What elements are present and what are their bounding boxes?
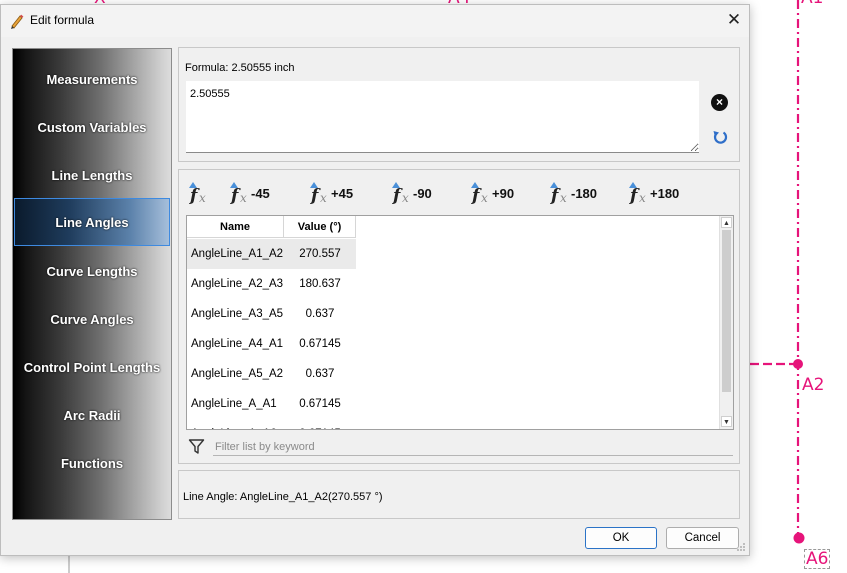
insert-variable-button[interactable]: fx xyxy=(187,180,210,206)
insert-plus-180-button[interactable]: fx +180 xyxy=(627,180,679,206)
title-bar[interactable]: Edit formula ✕ xyxy=(1,5,749,37)
table-header: Name Value (°) xyxy=(187,216,356,238)
status-group: Line Angle: AngleLine_A1_A2(270.557 °) xyxy=(178,470,740,519)
insert-function-icon: fx xyxy=(187,181,209,206)
point-a2[interactable] xyxy=(793,359,803,369)
column-header-value[interactable]: Value (°) xyxy=(284,216,356,238)
clear-formula-icon[interactable]: × xyxy=(711,94,728,111)
table-row[interactable]: AngleLine_A5_A2 0.637 xyxy=(187,359,356,389)
category-curve-angles[interactable]: Curve Angles xyxy=(13,296,171,344)
close-button[interactable]: ✕ xyxy=(719,5,749,37)
point-a6[interactable] xyxy=(793,532,805,544)
cancel-button[interactable]: Cancel xyxy=(666,527,739,549)
formula-label: Formula: 2.50555 inch xyxy=(185,62,295,74)
insert-function-icon: fx xyxy=(308,181,330,206)
insert-plus-90-button[interactable]: fx +90 xyxy=(469,180,514,206)
category-measurements[interactable]: Measurements xyxy=(13,56,171,104)
undo-icon[interactable] xyxy=(711,128,729,146)
point-label-a6: A6 xyxy=(804,549,831,569)
insert-function-icon: fx xyxy=(627,181,649,206)
insert-minus-45-button[interactable]: fx -45 xyxy=(228,180,270,206)
insert-function-icon: fx xyxy=(228,181,250,206)
table-row[interactable]: AngleLine_A_A6 0.67145 xyxy=(187,419,356,429)
insert-minus-90-button[interactable]: fx -90 xyxy=(390,180,432,206)
scrollbar-thumb[interactable] xyxy=(722,230,731,392)
filter-icon xyxy=(188,439,205,454)
point-label-a1: A1 xyxy=(801,0,823,8)
edit-formula-dialog: Edit formula ✕ Measurements Custom Varia… xyxy=(0,4,750,556)
insert-function-icon: fx xyxy=(390,181,412,206)
variables-group: fx fx -45 fx +45 fx -90 fx +90 fx -180 f… xyxy=(178,169,740,464)
insert-minus-180-button[interactable]: fx -180 xyxy=(548,180,597,206)
table-row[interactable]: AngleLine_A_A1 0.67145 xyxy=(187,389,356,419)
insert-plus-45-button[interactable]: fx +45 xyxy=(308,180,353,206)
insert-function-icon: fx xyxy=(469,181,491,206)
table-row[interactable]: AngleLine_A1_A2 270.557 xyxy=(187,239,356,269)
category-line-angles[interactable]: Line Angles xyxy=(14,198,170,246)
category-control-point-lengths[interactable]: Control Point Lengths xyxy=(13,344,171,392)
pencil-icon xyxy=(11,14,24,29)
filter-input[interactable] xyxy=(213,438,733,456)
insert-function-icon: fx xyxy=(548,181,570,206)
table-row[interactable]: AngleLine_A3_A5 0.637 xyxy=(187,299,356,329)
table-row[interactable]: AngleLine_A2_A3 180.637 xyxy=(187,269,356,299)
filter-row xyxy=(186,436,734,458)
point-label-a2: A2 xyxy=(802,375,825,395)
vertical-scrollbar[interactable]: ▲ ▼ xyxy=(719,216,733,429)
column-header-name[interactable]: Name xyxy=(187,216,284,238)
category-arc-radii[interactable]: Arc Radii xyxy=(13,392,171,440)
ok-button[interactable]: OK xyxy=(585,527,657,549)
dialog-title: Edit formula xyxy=(30,13,95,27)
status-text: Line Angle: AngleLine_A1_A2(270.557 °) xyxy=(183,491,383,503)
category-list[interactable]: Measurements Custom Variables Line Lengt… xyxy=(12,48,172,520)
category-curve-lengths[interactable]: Curve Lengths xyxy=(13,248,171,296)
resize-grip-icon[interactable] xyxy=(736,542,746,552)
category-custom-variables[interactable]: Custom Variables xyxy=(13,104,171,152)
close-icon: ✕ xyxy=(726,10,742,29)
table-row[interactable]: AngleLine_A4_A1 0.67145 xyxy=(187,329,356,359)
category-line-lengths[interactable]: Line Lengths xyxy=(13,152,171,200)
variables-table[interactable]: Name Value (°) AngleLine_A1_A2 270.557 A… xyxy=(186,215,734,430)
category-functions[interactable]: Functions xyxy=(13,440,171,488)
scroll-up-icon[interactable]: ▲ xyxy=(721,217,732,228)
scroll-down-icon[interactable]: ▼ xyxy=(721,416,732,427)
formula-group: Formula: 2.50555 inch 2.50555 × xyxy=(178,47,740,162)
formula-input[interactable]: 2.50555 xyxy=(186,81,699,153)
